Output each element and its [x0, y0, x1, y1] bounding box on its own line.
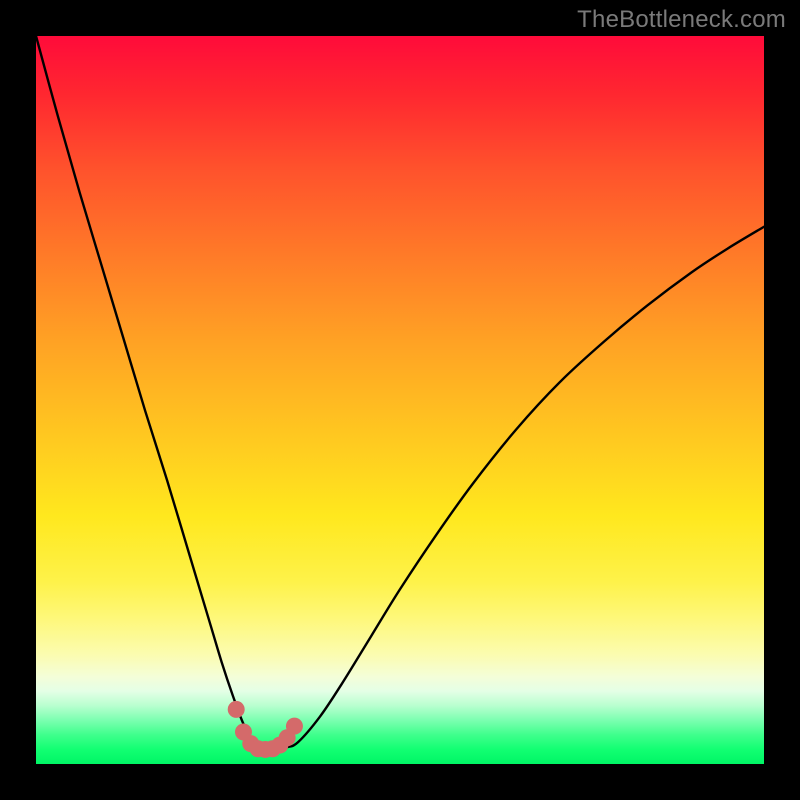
- chart-svg: [36, 36, 764, 764]
- bottleneck-curve: [36, 36, 764, 750]
- watermark-text: TheBottleneck.com: [577, 6, 786, 34]
- highlight-markers: [228, 701, 303, 758]
- chart-plot-area: [36, 36, 764, 764]
- highlight-marker: [286, 718, 303, 735]
- highlight-marker: [228, 701, 245, 718]
